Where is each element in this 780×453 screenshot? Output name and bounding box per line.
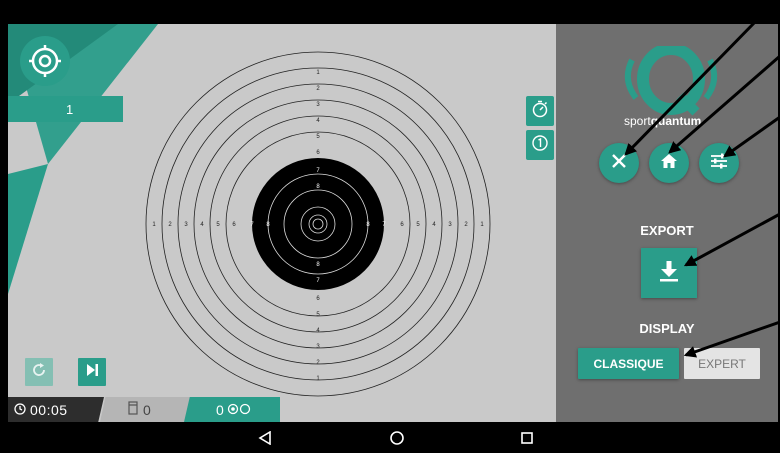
crosshair-target-icon[interactable] bbox=[20, 36, 70, 86]
back-triangle-icon[interactable] bbox=[255, 428, 275, 448]
ring-label-bottom-5: 5 bbox=[316, 312, 320, 318]
shots-segment: 0 bbox=[184, 397, 280, 422]
display-label: DISPLAY bbox=[639, 321, 695, 336]
navigation-bar bbox=[0, 422, 780, 453]
ring-label-bottom-4: 4 bbox=[316, 328, 320, 334]
timer-value: 00:05 bbox=[30, 401, 68, 418]
control-panel: sportquantum EXPORT DISPLAY CLASSIQUE EX… bbox=[556, 24, 778, 422]
app-screen: 1 1 2 3 4 5 6 7 8 8 7 6 5 4 3 2 1 1 2 3 … bbox=[8, 24, 778, 422]
count-value: 0 bbox=[143, 401, 152, 418]
settings-button[interactable] bbox=[699, 143, 739, 183]
expert-mode-button[interactable]: EXPERT bbox=[684, 348, 760, 379]
shots-value: 0 bbox=[216, 401, 225, 418]
home-button[interactable] bbox=[649, 143, 689, 183]
ring-label-top-4: 4 bbox=[316, 118, 320, 124]
ring-label-top-1: 1 bbox=[316, 70, 320, 76]
reload-icon bbox=[31, 362, 47, 383]
ring-label-right-3: 3 bbox=[448, 222, 452, 228]
system-status-bar bbox=[0, 0, 780, 24]
ring-label-right-2: 2 bbox=[464, 222, 468, 228]
session-info-bar: 00:05 0 0 bbox=[8, 397, 288, 422]
ring-label-left-2: 2 bbox=[168, 222, 172, 228]
ring-label-left-3: 3 bbox=[184, 222, 188, 228]
close-button[interactable] bbox=[599, 143, 639, 183]
target-black-center bbox=[252, 158, 384, 290]
reload-button[interactable] bbox=[25, 358, 53, 386]
ring-label-right-1: 1 bbox=[480, 222, 484, 228]
export-label: EXPORT bbox=[640, 223, 694, 238]
ring-label-right-4: 4 bbox=[432, 222, 436, 228]
ring-label-left-1: 1 bbox=[152, 222, 156, 228]
close-icon bbox=[611, 153, 627, 174]
ring-label-left-6: 6 bbox=[232, 222, 236, 228]
ring-label-right-7: 7 bbox=[382, 222, 386, 228]
skip-forward-icon bbox=[84, 362, 100, 383]
recent-square-icon[interactable] bbox=[517, 428, 537, 448]
canister-icon bbox=[128, 401, 138, 418]
sliders-icon bbox=[710, 153, 728, 174]
ring-label-top-3: 3 bbox=[316, 102, 320, 108]
circled-one-icon bbox=[531, 134, 549, 157]
stopwatch-icon bbox=[531, 100, 549, 123]
brand-name: quantum bbox=[650, 114, 702, 128]
next-button[interactable] bbox=[78, 358, 106, 386]
ring-label-right-6: 6 bbox=[400, 222, 404, 228]
brand-wordmark: sportquantum bbox=[624, 114, 701, 128]
download-icon bbox=[658, 260, 680, 287]
series-counter-bar: 1 bbox=[8, 96, 123, 122]
count-segment: 0 bbox=[100, 397, 190, 422]
export-button[interactable] bbox=[641, 248, 697, 298]
home-circle-icon[interactable] bbox=[387, 428, 407, 448]
clock-icon bbox=[14, 402, 26, 418]
brand-prefix: sport bbox=[624, 114, 651, 128]
ring-label-bottom-6: 6 bbox=[316, 296, 320, 302]
ring-label-top-5: 5 bbox=[316, 134, 320, 140]
stopwatch-button[interactable] bbox=[526, 96, 554, 126]
ring-label-left-4: 4 bbox=[200, 222, 204, 228]
classique-mode-button[interactable]: CLASSIQUE bbox=[578, 348, 679, 379]
shooting-target: 1 2 3 4 5 6 7 8 8 7 6 5 4 3 2 1 1 2 3 4 … bbox=[145, 51, 491, 397]
ring-label-right-5: 5 bbox=[416, 222, 420, 228]
target-small-icon bbox=[227, 402, 251, 418]
series-number-button[interactable] bbox=[526, 130, 554, 160]
ring-label-bottom-3: 3 bbox=[316, 344, 320, 350]
ring-label-top-2: 2 bbox=[316, 86, 320, 92]
ring-label-bottom-1: 1 bbox=[316, 376, 320, 382]
ring-label-top-6: 6 bbox=[316, 150, 320, 156]
sport-quantum-logo: sportquantum bbox=[616, 43, 726, 142]
timer-segment: 00:05 bbox=[8, 397, 104, 422]
series-counter-value: 1 bbox=[66, 101, 74, 117]
ring-label-bottom-2: 2 bbox=[316, 360, 320, 366]
home-icon bbox=[660, 153, 678, 174]
ring-label-left-5: 5 bbox=[216, 222, 220, 228]
